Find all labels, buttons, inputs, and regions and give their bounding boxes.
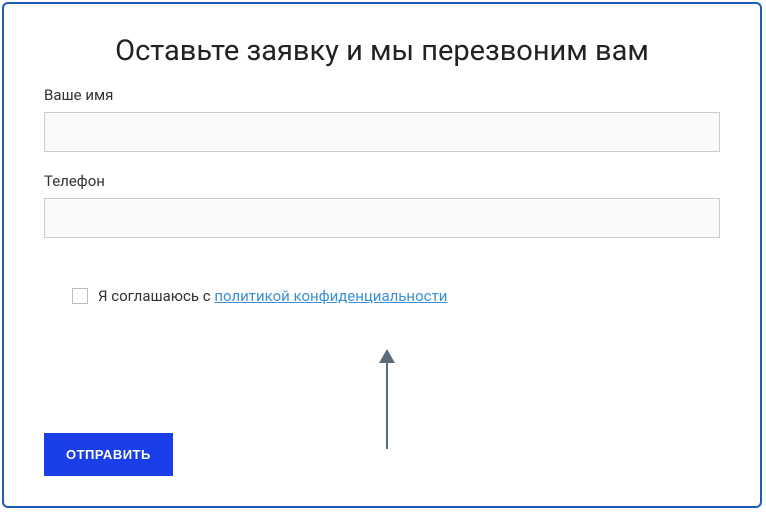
- callback-form: Оставьте заявку и мы перезвоним вам Ваше…: [2, 2, 762, 508]
- consent-row: Я соглашаюсь с политикой конфиденциально…: [72, 286, 720, 305]
- name-input[interactable]: [44, 112, 720, 152]
- phone-label: Телефон: [44, 172, 720, 190]
- arrow-up-icon: [377, 349, 397, 449]
- consent-checkbox[interactable]: [72, 288, 88, 304]
- consent-text: Я соглашаюсь с: [98, 287, 214, 305]
- privacy-policy-link[interactable]: политикой конфиденциальности: [214, 287, 447, 305]
- consent-label: Я соглашаюсь с политикой конфиденциально…: [98, 286, 447, 305]
- submit-button[interactable]: ОТПРАВИТЬ: [44, 433, 173, 476]
- name-label: Ваше имя: [44, 86, 720, 104]
- form-title: Оставьте заявку и мы перезвоним вам: [44, 34, 720, 68]
- phone-input[interactable]: [44, 198, 720, 238]
